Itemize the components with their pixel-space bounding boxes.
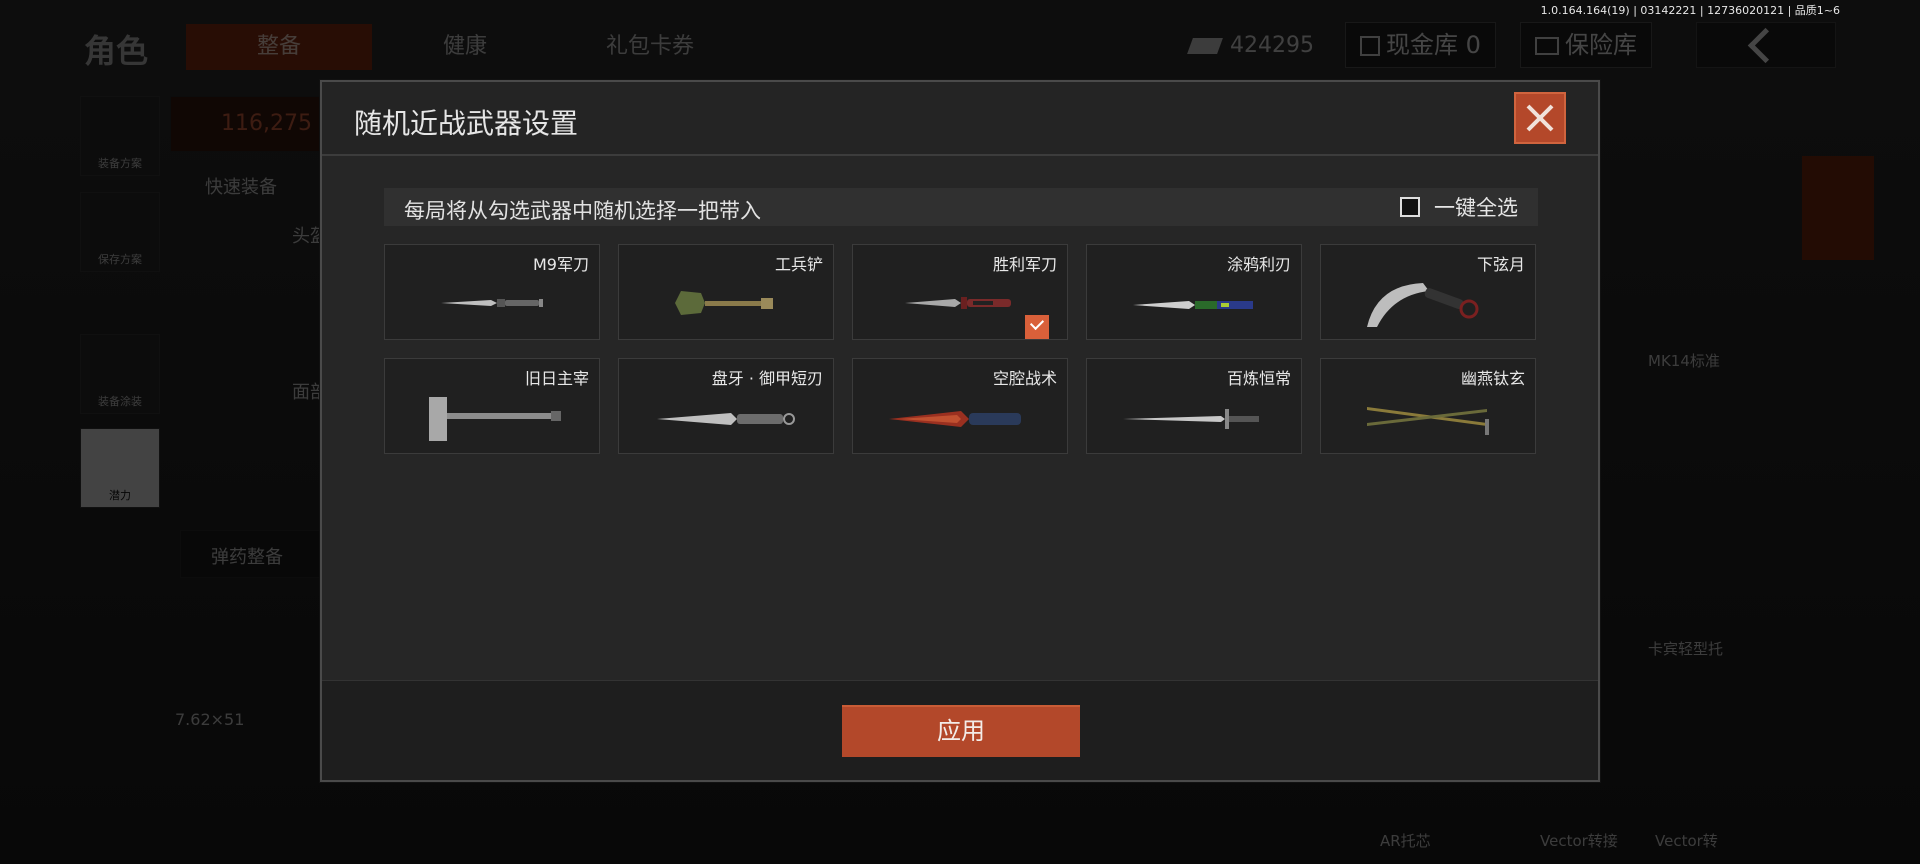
knife-icon bbox=[441, 299, 543, 307]
close-button[interactable] bbox=[1514, 92, 1566, 144]
info-bar: 每局将从勾选武器中随机选择一把带入 一键全选 bbox=[384, 188, 1538, 226]
weapon-card-hundred-forged[interactable]: 百炼恒常 bbox=[1086, 358, 1302, 454]
select-all-label: 一键全选 bbox=[1434, 196, 1518, 220]
weapon-card-old-lord[interactable]: 旧日主宰 bbox=[384, 358, 600, 454]
sword-icon bbox=[1123, 409, 1259, 429]
weapon-card-panya[interactable]: 盘牙 · 御甲短刃 bbox=[618, 358, 834, 454]
weapon-card-youyan[interactable]: 幽燕钛玄 bbox=[1320, 358, 1536, 454]
hammer-icon bbox=[429, 397, 561, 441]
modal-title: 随机近战武器设置 bbox=[354, 107, 579, 140]
shovel-icon bbox=[675, 291, 773, 315]
karambit-icon bbox=[1367, 283, 1479, 327]
dagger-icon bbox=[657, 413, 795, 425]
weapon-name: M9军刀 bbox=[533, 255, 589, 274]
select-all-checkbox[interactable] bbox=[1400, 197, 1420, 217]
game-screen: 1.0.164.164(19) | 03142221 | 12736020121… bbox=[0, 0, 1920, 864]
weapon-name: 盘牙 · 御甲短刃 bbox=[711, 369, 823, 388]
check-icon bbox=[1025, 315, 1049, 339]
weapon-name: 胜利军刀 bbox=[992, 255, 1057, 274]
weapon-name: 空腔战术 bbox=[992, 369, 1057, 388]
version-info: 1.0.164.164(19) | 03142221 | 12736020121… bbox=[1540, 4, 1840, 17]
weapon-card-victory[interactable]: 胜利军刀 bbox=[852, 244, 1068, 340]
weapon-name: 旧日主宰 bbox=[524, 369, 589, 388]
weapon-card-hollow-tactical[interactable]: 空腔战术 bbox=[852, 358, 1068, 454]
apply-button[interactable]: 应用 bbox=[842, 705, 1080, 757]
info-text: 每局将从勾选武器中随机选择一把带入 bbox=[404, 199, 761, 223]
random-melee-modal: 随机近战武器设置 每局将从勾选武器中随机选择一把带入 一键全选 M9军刀 工兵铲… bbox=[320, 80, 1600, 782]
weapon-name: 百炼恒常 bbox=[1226, 369, 1291, 388]
butterfly-knife-icon bbox=[1133, 301, 1253, 309]
weapon-card-crescent[interactable]: 下弦月 bbox=[1320, 244, 1536, 340]
weapon-name: 工兵铲 bbox=[774, 255, 823, 274]
modal-header: 随机近战武器设置 bbox=[322, 82, 1598, 156]
weapon-name: 下弦月 bbox=[1476, 255, 1525, 274]
weapon-name: 涂鸦利刃 bbox=[1226, 255, 1291, 274]
weapon-card-graffiti[interactable]: 涂鸦利刃 bbox=[1086, 244, 1302, 340]
tactical-knife-icon bbox=[889, 411, 1021, 427]
select-all-toggle[interactable]: 一键全选 bbox=[1400, 194, 1518, 220]
twin-blade-icon bbox=[1367, 407, 1489, 435]
weapon-name: 幽燕钛玄 bbox=[1460, 369, 1525, 388]
modal-footer: 应用 bbox=[322, 680, 1598, 780]
weapon-card-m9[interactable]: M9军刀 bbox=[384, 244, 600, 340]
weapon-card-shovel[interactable]: 工兵铲 bbox=[618, 244, 834, 340]
